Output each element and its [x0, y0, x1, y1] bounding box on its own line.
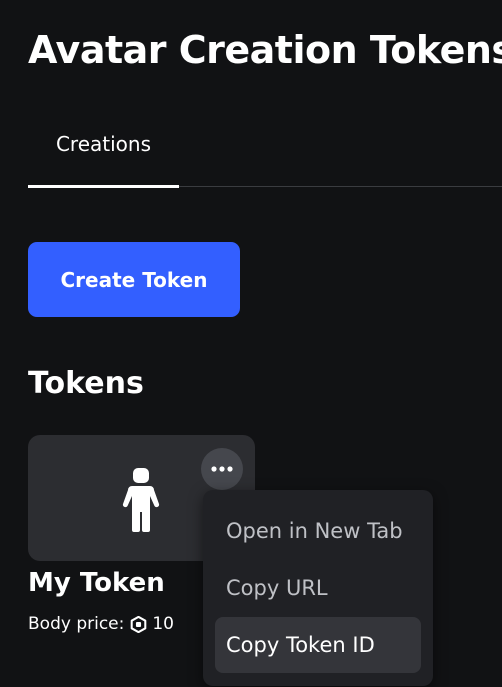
- token-price-label: Body price:: [28, 614, 125, 634]
- menu-item-copy-token-id[interactable]: Copy Token ID: [215, 617, 421, 673]
- tab-selected-indicator: [28, 185, 179, 188]
- more-options-button[interactable]: [201, 448, 243, 490]
- page-title: Avatar Creation Tokens: [28, 28, 502, 72]
- tab-creations[interactable]: Creations: [28, 132, 179, 188]
- robux-icon: [131, 615, 147, 633]
- create-token-button[interactable]: Create Token: [28, 242, 240, 317]
- token-name[interactable]: My Token: [28, 568, 165, 598]
- avatar-body-icon: [122, 468, 160, 532]
- token-price: Body price: 10: [28, 614, 174, 634]
- menu-item-open-new-tab[interactable]: Open in New Tab: [215, 503, 421, 559]
- tab-creations-label: Creations: [55, 132, 152, 156]
- context-menu: Open in New Tab Copy URL Copy Token ID: [203, 490, 433, 686]
- menu-item-copy-url[interactable]: Copy URL: [215, 560, 421, 616]
- page: Avatar Creation Tokens Creations Create …: [0, 0, 502, 687]
- token-price-value: 10: [152, 614, 174, 634]
- tokens-section-title: Tokens: [28, 366, 144, 401]
- more-horizontal-icon: [211, 466, 233, 472]
